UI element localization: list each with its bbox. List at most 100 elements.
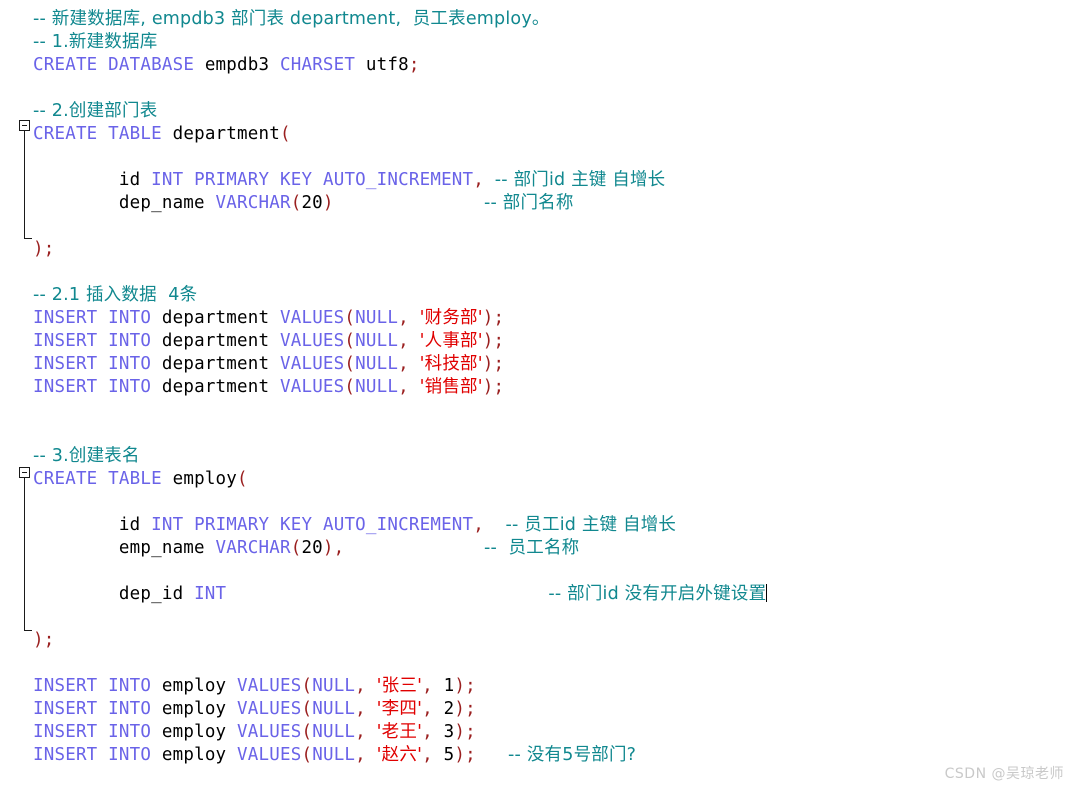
code-line-insert-employ[interactable]: INSERT INTO employ VALUES(NULL, '老王', 3)… xyxy=(0,721,1078,744)
code-line-blank[interactable] xyxy=(0,261,1078,284)
code-line-create-table-employ[interactable]: CREATE TABLE employ( xyxy=(0,468,1078,491)
keyword-null: NULL xyxy=(355,354,399,374)
code-line-create-table-department[interactable]: CREATE TABLE department( xyxy=(0,123,1078,146)
table-name: employ xyxy=(161,699,227,719)
dep-id-value: 1 xyxy=(443,676,455,696)
sql-code-editor[interactable]: -- 新建数据库, empdb3 部门表 department, 员工表empl… xyxy=(0,0,1078,791)
open-paren: ( xyxy=(301,676,313,696)
keyword-into: INTO xyxy=(108,722,152,742)
keyword-null: NULL xyxy=(355,331,399,351)
keyword-insert: INSERT xyxy=(33,722,98,742)
table-name: employ xyxy=(161,745,227,765)
statement-tail: ); xyxy=(482,331,505,351)
keyword-null: NULL xyxy=(312,676,356,696)
keyword-auto-increment: AUTO_INCREMENT xyxy=(322,170,474,190)
keyword-values: VALUES xyxy=(237,745,302,765)
code-area[interactable]: -- 新建数据库, empdb3 部门表 department, 员工表empl… xyxy=(0,0,1078,767)
table-name: department xyxy=(161,377,270,397)
comma: , xyxy=(422,722,433,742)
keyword-primary: PRIMARY xyxy=(194,170,270,190)
keyword-values: VALUES xyxy=(237,676,302,696)
keyword-insert: INSERT xyxy=(33,308,98,328)
string-value: '销售部' xyxy=(419,377,483,397)
keyword-varchar: VARCHAR xyxy=(215,538,291,558)
open-paren: ( xyxy=(344,377,356,397)
statement-tail: ); xyxy=(454,699,476,719)
keyword-insert: INSERT xyxy=(33,377,98,397)
code-line-comment-step2[interactable]: -- 2.创建部门表 xyxy=(0,100,1078,123)
code-line-create-database[interactable]: CREATE DATABASE empdb3 CHARSET utf8; xyxy=(0,54,1078,77)
code-line-employ-col-empname[interactable]: emp_name VARCHAR(20), -- 员工名称 xyxy=(0,537,1078,560)
comma: , xyxy=(333,538,345,558)
code-line-department-close[interactable]: ); xyxy=(0,238,1078,261)
close-statement: ); xyxy=(33,239,55,259)
fold-marker-department[interactable] xyxy=(19,120,30,131)
code-line-blank[interactable] xyxy=(0,77,1078,100)
open-paren: ( xyxy=(344,308,356,328)
code-line-employ-col-id[interactable]: id INT PRIMARY KEY AUTO_INCREMENT, -- 员工… xyxy=(0,514,1078,537)
comment-text: -- 1.新建数据库 xyxy=(33,32,158,52)
code-line-comment-header[interactable]: -- 新建数据库, empdb3 部门表 department, 员工表empl… xyxy=(0,8,1078,31)
keyword-database: DATABASE xyxy=(108,55,195,75)
keyword-int: INT xyxy=(194,584,227,604)
keyword-insert: INSERT xyxy=(33,745,98,765)
keyword-table: TABLE xyxy=(108,124,162,144)
code-line-blank[interactable] xyxy=(0,146,1078,169)
code-line-insert-department[interactable]: INSERT INTO department VALUES(NULL, '人事部… xyxy=(0,330,1078,353)
keyword-values: VALUES xyxy=(237,722,302,742)
code-line-insert-employ[interactable]: INSERT INTO employ VALUES(NULL, '赵六', 5)… xyxy=(0,744,1078,767)
keyword-into: INTO xyxy=(108,699,152,719)
code-line-department-col-depname[interactable]: dep_name VARCHAR(20) -- 部门名称 xyxy=(0,192,1078,215)
keyword-values: VALUES xyxy=(279,354,345,374)
comma: , xyxy=(355,699,366,719)
open-paren: ( xyxy=(344,331,356,351)
keyword-int: INT xyxy=(151,170,184,190)
code-line-blank[interactable] xyxy=(0,399,1078,422)
string-value: '科技部' xyxy=(419,354,483,374)
code-line-blank[interactable] xyxy=(0,491,1078,514)
keyword-varchar: VARCHAR xyxy=(215,193,291,213)
comma: , xyxy=(398,377,409,397)
dep-id-value: 2 xyxy=(443,699,455,719)
code-line-employ-col-depid[interactable]: dep_id INT -- 部门id 没有开启外键设置 xyxy=(0,583,1078,606)
code-line-clipped-top: -- 新建数据库, empdb3 部门表 department, 员工表empl… xyxy=(0,0,1078,8)
string-value: '人事部' xyxy=(419,331,483,351)
code-line-insert-employ[interactable]: INSERT INTO employ VALUES(NULL, '张三', 1)… xyxy=(0,675,1078,698)
keyword-values: VALUES xyxy=(279,308,345,328)
code-line-insert-department[interactable]: INSERT INTO department VALUES(NULL, '科技部… xyxy=(0,353,1078,376)
string-value: '财务部' xyxy=(419,308,483,328)
code-line-comment-step1[interactable]: -- 1.新建数据库 xyxy=(0,31,1078,54)
close-paren: ) xyxy=(322,193,334,213)
comma: , xyxy=(422,745,433,765)
comment-text: -- 新建数据库, empdb3 部门表 department, 员工表empl… xyxy=(33,9,550,29)
keyword-insert: INSERT xyxy=(33,676,98,696)
keyword-insert: INSERT xyxy=(33,354,98,374)
open-paren: ( xyxy=(301,745,313,765)
keyword-null: NULL xyxy=(312,745,356,765)
open-paren: ( xyxy=(290,538,302,558)
keyword-auto-increment: AUTO_INCREMENT xyxy=(322,515,474,535)
keyword-charset: CHARSET xyxy=(279,55,356,75)
code-line-blank[interactable] xyxy=(0,422,1078,445)
dep-id-value: 3 xyxy=(443,722,455,742)
code-line-comment-insert-4[interactable]: -- 2.1 插入数据 4条 xyxy=(0,284,1078,307)
table-name: department xyxy=(172,124,280,144)
code-line-insert-department[interactable]: INSERT INTO department VALUES(NULL, '财务部… xyxy=(0,307,1078,330)
code-line-insert-department[interactable]: INSERT INTO department VALUES(NULL, '销售部… xyxy=(0,376,1078,399)
code-line-comment-step3[interactable]: -- 3.创建表名 xyxy=(0,445,1078,468)
comma: , xyxy=(473,170,485,190)
comma: , xyxy=(422,676,433,696)
open-paren: ( xyxy=(344,354,356,374)
code-line-employ-close[interactable]: ); xyxy=(0,629,1078,652)
code-line-blank[interactable] xyxy=(0,560,1078,583)
fold-marker-employ[interactable] xyxy=(19,467,30,478)
keyword-into: INTO xyxy=(108,745,152,765)
code-line-department-col-id[interactable]: id INT PRIMARY KEY AUTO_INCREMENT, -- 部门… xyxy=(0,169,1078,192)
keyword-key: KEY xyxy=(280,515,313,535)
code-line-blank[interactable] xyxy=(0,652,1078,675)
code-line-blank[interactable] xyxy=(0,606,1078,629)
column-name: id xyxy=(118,515,141,535)
table-name: employ xyxy=(161,722,227,742)
code-line-insert-employ[interactable]: INSERT INTO employ VALUES(NULL, '李四', 2)… xyxy=(0,698,1078,721)
code-line-blank[interactable] xyxy=(0,215,1078,238)
